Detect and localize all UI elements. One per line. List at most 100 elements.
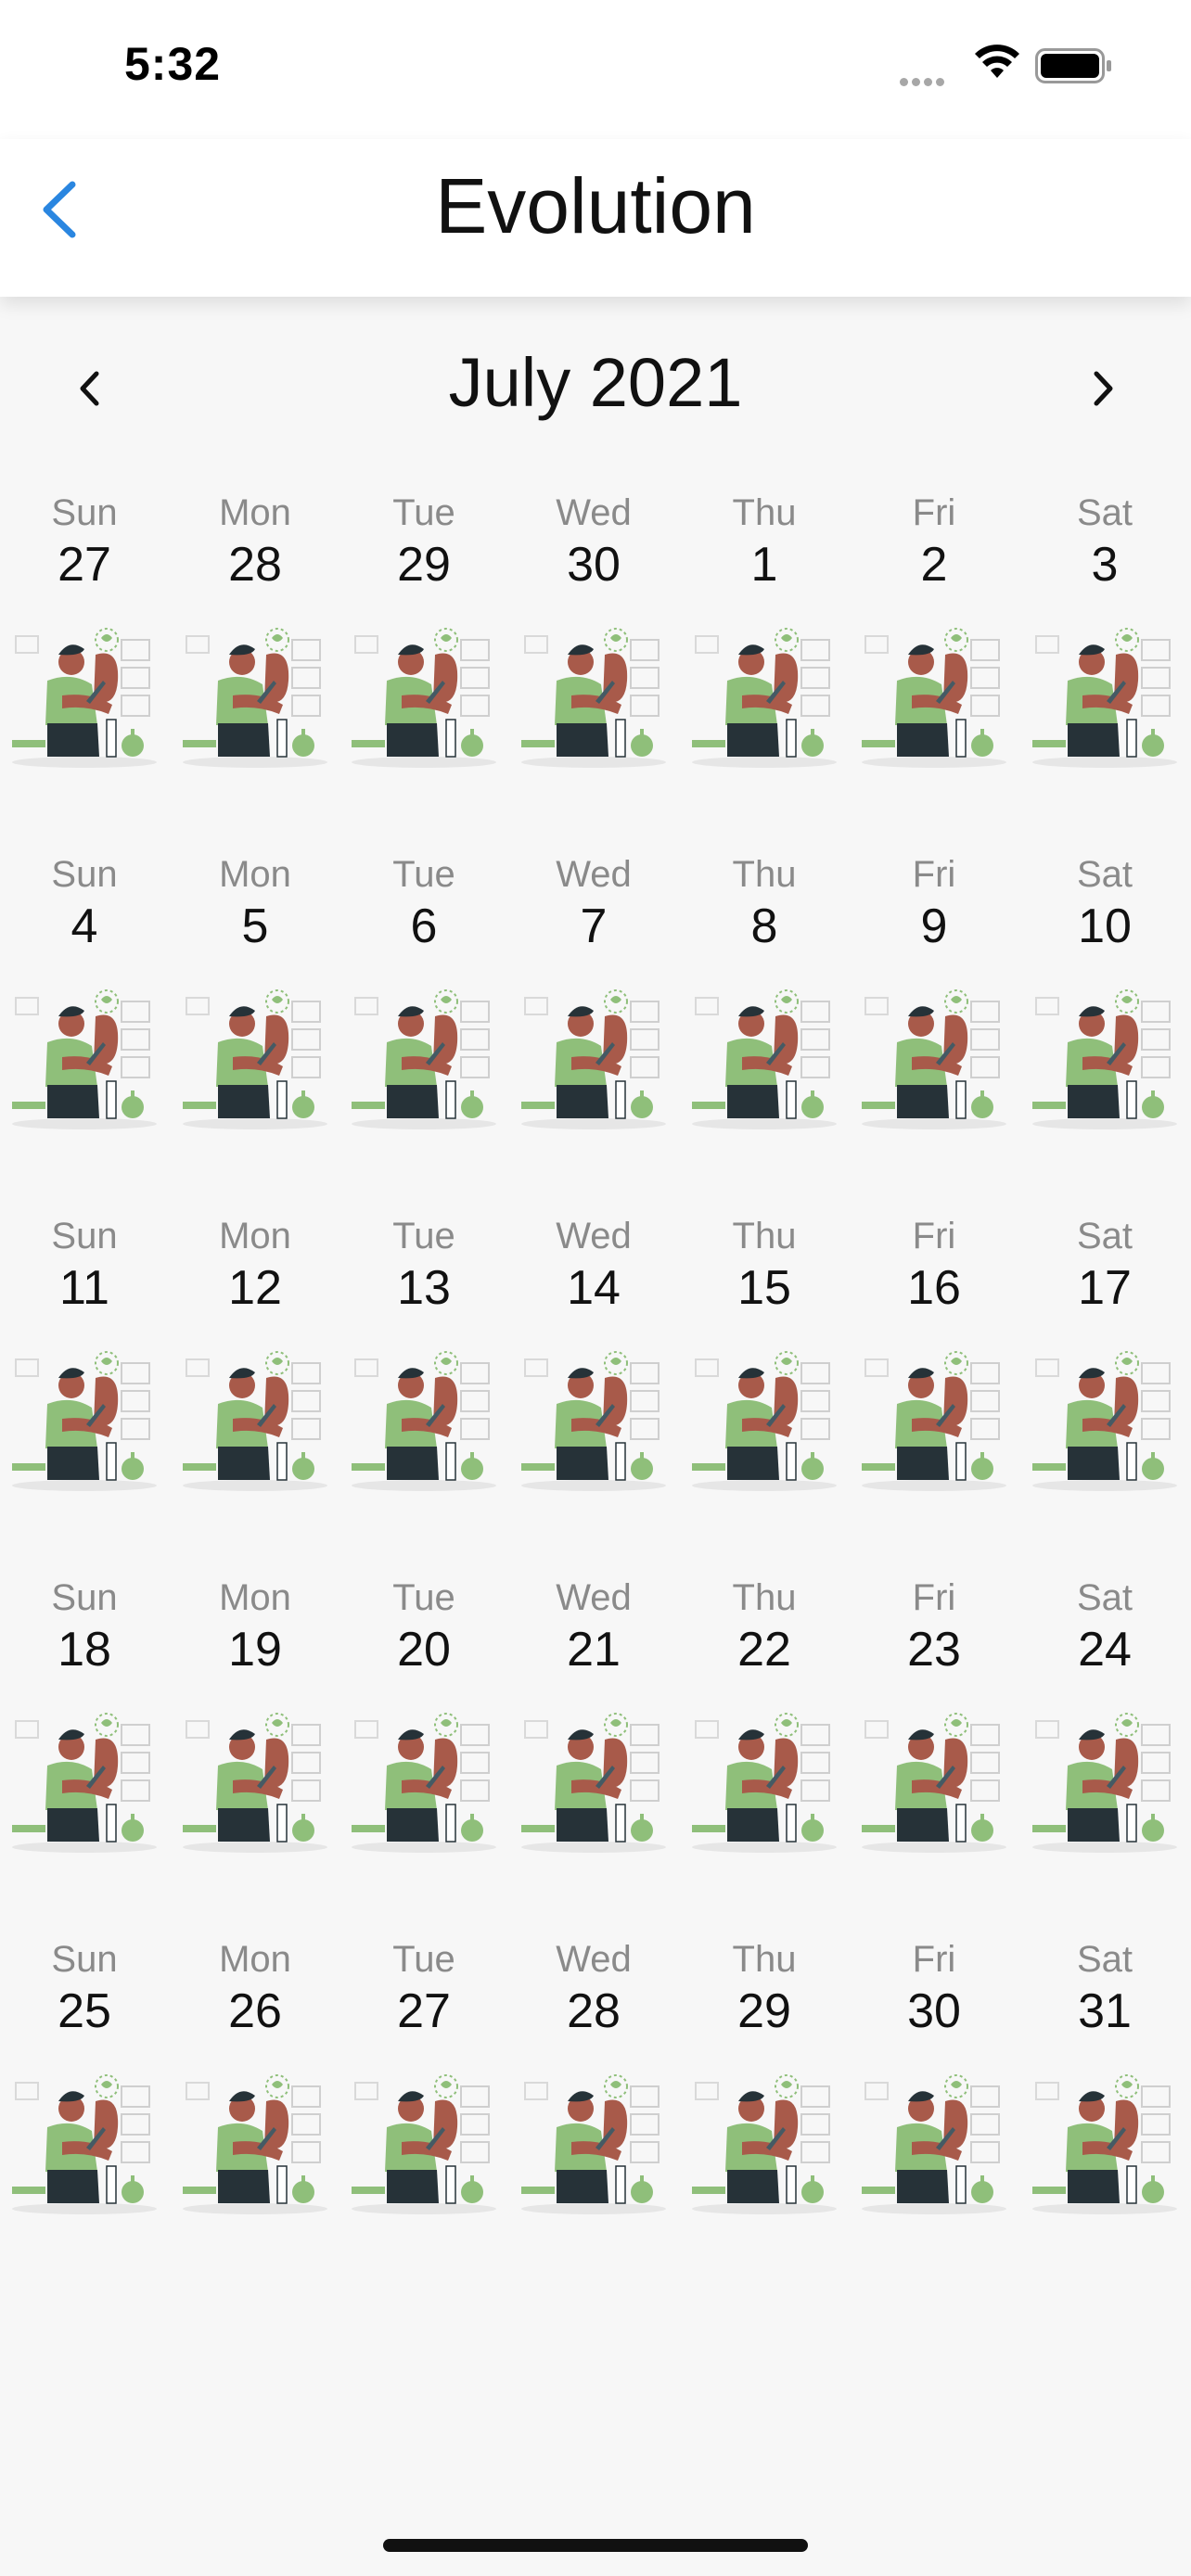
calendar-day-cell[interactable]: Tue 20 xyxy=(340,1576,507,1856)
calendar-week-row: Sun 4 Mon 5 Tue 6 Wed 7 Thu 8 Fri 9 Sat … xyxy=(0,853,1191,1215)
weekday-label: Wed xyxy=(556,1216,632,1256)
day-number: 5 xyxy=(241,899,269,953)
calendar-day-cell[interactable]: Mon 5 xyxy=(172,853,339,1133)
weekday-label: Fri xyxy=(912,492,956,533)
weekday-label: Fri xyxy=(912,1939,956,1980)
calendar-week-row: Sun 25 Mon 26 Tue 27 Wed 28 Thu 29 Fri 3… xyxy=(0,1938,1191,2300)
weekday-label: Fri xyxy=(912,1577,956,1618)
calendar-day-cell[interactable]: Sat 24 xyxy=(1021,1576,1188,1856)
calendar-day-cell[interactable]: Fri 30 xyxy=(851,1938,1018,2218)
status-bar: 5:32 xyxy=(0,0,1191,139)
calendar-day-cell[interactable]: Mon 28 xyxy=(172,491,339,772)
day-illustration-image xyxy=(10,616,159,772)
status-time: 5:32 xyxy=(124,38,222,90)
day-number: 17 xyxy=(1078,1261,1132,1315)
calendar-day-cell[interactable]: Tue 13 xyxy=(340,1215,507,1495)
calendar-day-cell[interactable]: Sat 10 xyxy=(1021,853,1188,1133)
calendar-day-cell[interactable]: Sun 11 xyxy=(1,1215,168,1495)
calendar-day-cell[interactable]: Thu 15 xyxy=(681,1215,848,1495)
calendar-week-row: Sun 11 Mon 12 Tue 13 Wed 14 Thu 15 Fri 1… xyxy=(0,1215,1191,1576)
weekday-label: Sat xyxy=(1076,854,1133,895)
day-illustration-image xyxy=(690,1701,839,1856)
day-illustration-image xyxy=(690,616,839,772)
weekday-label: Tue xyxy=(392,854,455,895)
calendar-day-cell[interactable]: Mon 26 xyxy=(172,1938,339,2218)
calendar-day-cell[interactable]: Sat 3 xyxy=(1021,491,1188,772)
calendar-day-cell[interactable]: Sun 18 xyxy=(1,1576,168,1856)
day-number: 28 xyxy=(567,1984,621,2038)
calendar-day-cell[interactable]: Mon 19 xyxy=(172,1576,339,1856)
day-number: 20 xyxy=(397,1623,451,1677)
day-illustration-image xyxy=(860,616,1008,772)
chevron-right-icon xyxy=(1094,371,1113,406)
weekday-label: Mon xyxy=(219,854,291,895)
day-number: 2 xyxy=(920,538,948,592)
day-illustration-image xyxy=(519,977,668,1133)
day-illustration-image xyxy=(860,977,1008,1133)
day-number: 4 xyxy=(70,899,98,953)
day-illustration-image xyxy=(1031,1701,1179,1856)
day-illustration-image xyxy=(690,2062,839,2218)
calendar-day-cell[interactable]: Thu 8 xyxy=(681,853,848,1133)
day-illustration-image xyxy=(350,977,498,1133)
calendar-day-cell[interactable]: Wed 7 xyxy=(510,853,677,1133)
calendar-day-cell[interactable]: Sat 17 xyxy=(1021,1215,1188,1495)
calendar-week-row: Sun 18 Mon 19 Tue 20 Wed 21 Thu 22 Fri 2… xyxy=(0,1576,1191,1938)
weekday-label: Sat xyxy=(1076,1939,1133,1980)
day-number: 28 xyxy=(228,538,282,592)
home-indicator[interactable] xyxy=(383,2539,808,2552)
calendar-day-cell[interactable]: Tue 6 xyxy=(340,853,507,1133)
calendar-day-cell[interactable]: Fri 2 xyxy=(851,491,1018,772)
day-number: 13 xyxy=(397,1261,451,1315)
calendar-day-cell[interactable]: Sun 4 xyxy=(1,853,168,1133)
calendar-day-cell[interactable]: Wed 28 xyxy=(510,1938,677,2218)
calendar-day-cell[interactable]: Wed 21 xyxy=(510,1576,677,1856)
day-number: 12 xyxy=(228,1261,282,1315)
weekday-label: Fri xyxy=(912,854,956,895)
day-number: 7 xyxy=(580,899,608,953)
weekday-label: Mon xyxy=(219,1939,291,1980)
day-illustration-image xyxy=(181,1339,329,1495)
day-number: 29 xyxy=(737,1984,791,2038)
day-number: 30 xyxy=(907,1984,961,2038)
day-number: 19 xyxy=(228,1623,282,1677)
day-number: 31 xyxy=(1078,1984,1132,2038)
calendar-day-cell[interactable]: Sat 31 xyxy=(1021,1938,1188,2218)
day-number: 15 xyxy=(737,1261,791,1315)
calendar-day-cell[interactable]: Mon 12 xyxy=(172,1215,339,1495)
day-number: 25 xyxy=(58,1984,111,2038)
day-illustration-image xyxy=(181,1701,329,1856)
calendar-day-cell[interactable]: Thu 29 xyxy=(681,1938,848,2218)
day-illustration-image xyxy=(350,2062,498,2218)
calendar-day-cell[interactable]: Thu 1 xyxy=(681,491,848,772)
weekday-label: Sun xyxy=(51,1216,118,1256)
calendar-day-cell[interactable]: Thu 22 xyxy=(681,1576,848,1856)
calendar-day-cell[interactable]: Fri 16 xyxy=(851,1215,1018,1495)
calendar-day-cell[interactable]: Sun 25 xyxy=(1,1938,168,2218)
day-number: 6 xyxy=(410,899,438,953)
calendar-day-cell[interactable]: Sun 27 xyxy=(1,491,168,772)
calendar-day-cell[interactable]: Tue 29 xyxy=(340,491,507,772)
calendar-day-cell[interactable]: Fri 23 xyxy=(851,1576,1018,1856)
weekday-label: Sun xyxy=(51,854,118,895)
day-illustration-image xyxy=(10,2062,159,2218)
next-month-button[interactable] xyxy=(1070,356,1135,421)
day-number: 16 xyxy=(907,1261,961,1315)
signal-icon xyxy=(900,74,948,91)
weekday-label: Sat xyxy=(1076,492,1133,533)
calendar-day-cell[interactable]: Wed 30 xyxy=(510,491,677,772)
day-number: 27 xyxy=(58,538,111,592)
day-illustration-image xyxy=(1031,977,1179,1133)
calendar-day-cell[interactable]: Fri 9 xyxy=(851,853,1018,1133)
day-illustration-image xyxy=(519,1339,668,1495)
day-number: 22 xyxy=(737,1623,791,1677)
calendar-day-cell[interactable]: Wed 14 xyxy=(510,1215,677,1495)
day-number: 14 xyxy=(567,1261,621,1315)
weekday-label: Sat xyxy=(1076,1577,1133,1618)
weekday-label: Tue xyxy=(392,1939,455,1980)
day-illustration-image xyxy=(690,977,839,1133)
calendar-day-cell[interactable]: Tue 27 xyxy=(340,1938,507,2218)
weekday-label: Thu xyxy=(732,1216,797,1256)
weekday-label: Thu xyxy=(732,854,797,895)
weekday-label: Wed xyxy=(556,854,632,895)
